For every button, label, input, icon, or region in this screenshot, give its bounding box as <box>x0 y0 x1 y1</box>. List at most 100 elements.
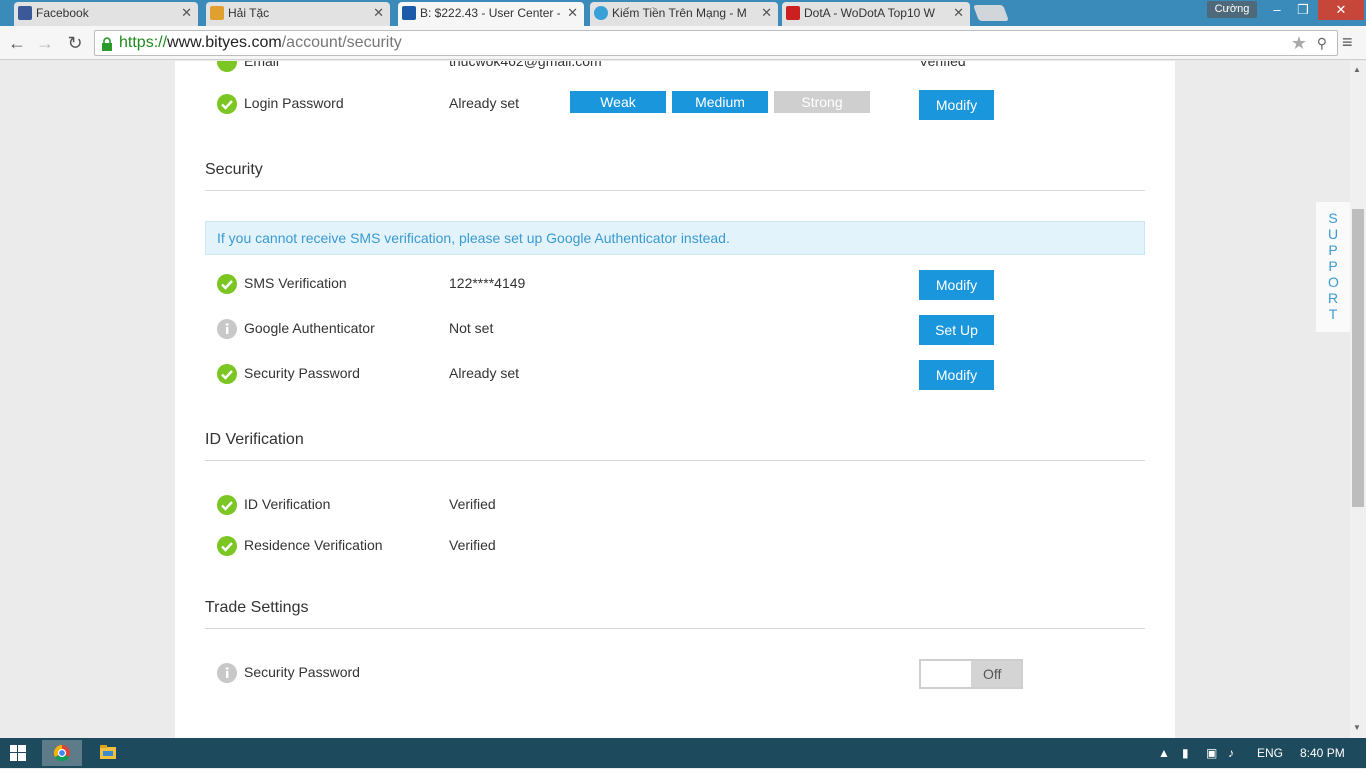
residence-verification-label: Residence Verification <box>244 537 383 553</box>
strength-medium: Medium <box>672 91 768 113</box>
modify-login-password-button[interactable]: Modify <box>919 90 994 120</box>
email-status: Verified <box>919 61 966 69</box>
check-icon <box>217 274 237 294</box>
security-card: Email thucwok462@gmail.com Verified Logi… <box>175 61 1175 738</box>
security-password-row: Security Password Already set Modify <box>217 360 1147 391</box>
divider <box>205 460 1145 461</box>
check-icon <box>217 364 237 384</box>
tab-title: Hải Tặc <box>228 6 270 20</box>
address-bar[interactable]: https://www.bityes.com/account/security … <box>94 30 1338 56</box>
scrollbar-thumb[interactable] <box>1352 209 1364 507</box>
google-authenticator-label: Google Authenticator <box>244 320 375 336</box>
id-verification-value: Verified <box>449 496 496 512</box>
file-explorer-icon[interactable] <box>88 740 128 766</box>
tab-title: DotA - WoDotA Top10 W <box>804 6 935 20</box>
tab-kiem-tien[interactable]: Kiếm Tiền Trên Mạng - M ✕ <box>590 2 778 26</box>
tab-title: B: $222.43 - User Center - <box>420 6 560 20</box>
modify-security-password-button[interactable]: Modify <box>919 360 994 390</box>
language-indicator[interactable]: ENG <box>1257 746 1283 760</box>
back-arrow-icon[interactable]: ← <box>6 32 28 54</box>
sms-notice: If you cannot receive SMS verification, … <box>205 221 1145 255</box>
lock-icon <box>101 35 113 51</box>
check-icon <box>217 495 237 515</box>
google-authenticator-row: Google Authenticator Not set Set Up <box>217 315 1147 346</box>
section-title-security: Security <box>205 161 263 178</box>
book-icon <box>210 6 224 20</box>
strength-weak: Weak <box>570 91 666 113</box>
google-authenticator-value: Not set <box>449 320 494 336</box>
login-password-label: Login Password <box>244 95 344 111</box>
email-row: Email thucwok462@gmail.com Verified <box>217 61 1147 79</box>
sms-row: SMS Verification 122****4149 Modify <box>217 270 1147 301</box>
extension-icon[interactable]: ⚲ <box>1317 31 1327 55</box>
tab-facebook[interactable]: Facebook ✕ <box>14 2 198 26</box>
id-verification-label: ID Verification <box>244 496 331 512</box>
menu-icon[interactable]: ≡ <box>1342 32 1360 54</box>
check-icon <box>217 61 237 72</box>
restore-icon[interactable]: ❐ <box>1292 0 1314 20</box>
tab-bar: Facebook ✕ Hải Tặc ✕ B: $222.43 - User C… <box>0 0 1366 27</box>
bityes-icon <box>402 6 416 20</box>
volume-icon[interactable]: ♪ <box>1228 746 1234 760</box>
security-password-value: Already set <box>449 365 520 381</box>
facebook-icon <box>18 6 32 20</box>
sms-label: SMS Verification <box>244 275 347 291</box>
divider <box>205 628 1145 629</box>
tab-title: Kiếm Tiền Trên Mạng - M <box>612 6 747 20</box>
email-value: thucwok462@gmail.com <box>449 61 602 69</box>
email-label: Email <box>244 61 280 69</box>
new-tab-button[interactable] <box>973 5 1009 21</box>
residence-verification-row: Residence Verification Verified <box>217 533 1147 563</box>
section-title-trade-settings: Trade Settings <box>205 599 309 616</box>
setup-google-authenticator-button[interactable]: Set Up <box>919 315 994 345</box>
trade-security-password-label: Security Password <box>244 664 360 680</box>
scrollbar[interactable]: ▲ ▼ <box>1350 61 1366 738</box>
windows-start-icon[interactable] <box>10 745 26 761</box>
forward-arrow-icon[interactable]: → <box>34 32 56 54</box>
close-icon[interactable]: ✕ <box>373 2 384 24</box>
info-icon <box>217 663 237 683</box>
check-icon <box>217 94 237 114</box>
url-scheme: https:// <box>119 34 168 51</box>
bookmark-star-icon[interactable]: ★ <box>1291 31 1307 55</box>
tab-bityes[interactable]: B: $222.43 - User Center - ✕ <box>398 2 584 27</box>
window-close-icon[interactable]: ✕ <box>1318 0 1364 20</box>
login-password-value: Already set <box>449 95 520 111</box>
close-icon[interactable]: ✕ <box>181 2 192 24</box>
url-host: www.bityes.com <box>167 34 282 51</box>
residence-verification-value: Verified <box>449 537 496 553</box>
skype-dollar-icon <box>594 6 608 20</box>
check-icon <box>217 536 237 556</box>
trade-security-password-toggle[interactable]: Off <box>919 659 1023 689</box>
info-icon <box>217 319 237 339</box>
profile-badge[interactable]: Cường <box>1207 1 1257 18</box>
minimize-icon[interactable]: – <box>1266 0 1288 20</box>
url-path: /account/security <box>281 34 402 51</box>
close-icon[interactable]: ✕ <box>567 2 578 24</box>
youtube-icon <box>786 6 800 20</box>
taskbar: ▲ ▮ ▣ ♪ ENG 8:40 PM <box>0 738 1366 768</box>
section-title-id-verification: ID Verification <box>205 431 304 448</box>
clock[interactable]: 8:40 PM <box>1300 746 1345 760</box>
tab-dota[interactable]: DotA - WoDotA Top10 W ✕ <box>782 2 970 26</box>
login-password-row: Login Password Already set Weak Medium S… <box>217 90 1147 121</box>
tray-overflow-icon[interactable]: ▲ <box>1158 746 1170 760</box>
battery-icon[interactable]: ▮ <box>1182 746 1189 760</box>
close-icon[interactable]: ✕ <box>953 2 964 24</box>
tab-title: Facebook <box>36 6 89 20</box>
browser-toolbar: ← → ↻ https://www.bityes.com/account/sec… <box>0 26 1366 60</box>
toggle-knob <box>921 661 971 687</box>
modify-sms-button[interactable]: Modify <box>919 270 994 300</box>
support-tab[interactable]: SUPPORT <box>1316 202 1350 332</box>
strength-strong: Strong <box>774 91 870 113</box>
scroll-up-icon[interactable]: ▲ <box>1353 65 1361 74</box>
security-password-label: Security Password <box>244 365 360 381</box>
tab-hai-tac[interactable]: Hải Tặc ✕ <box>206 2 390 26</box>
divider <box>205 190 1145 191</box>
scroll-down-icon[interactable]: ▼ <box>1353 723 1361 732</box>
reload-icon[interactable]: ↻ <box>64 32 86 54</box>
close-icon[interactable]: ✕ <box>761 2 772 24</box>
page-viewport: Email thucwok462@gmail.com Verified Logi… <box>0 61 1350 738</box>
network-icon[interactable]: ▣ <box>1206 746 1217 760</box>
chrome-taskbar-icon[interactable] <box>42 740 82 766</box>
